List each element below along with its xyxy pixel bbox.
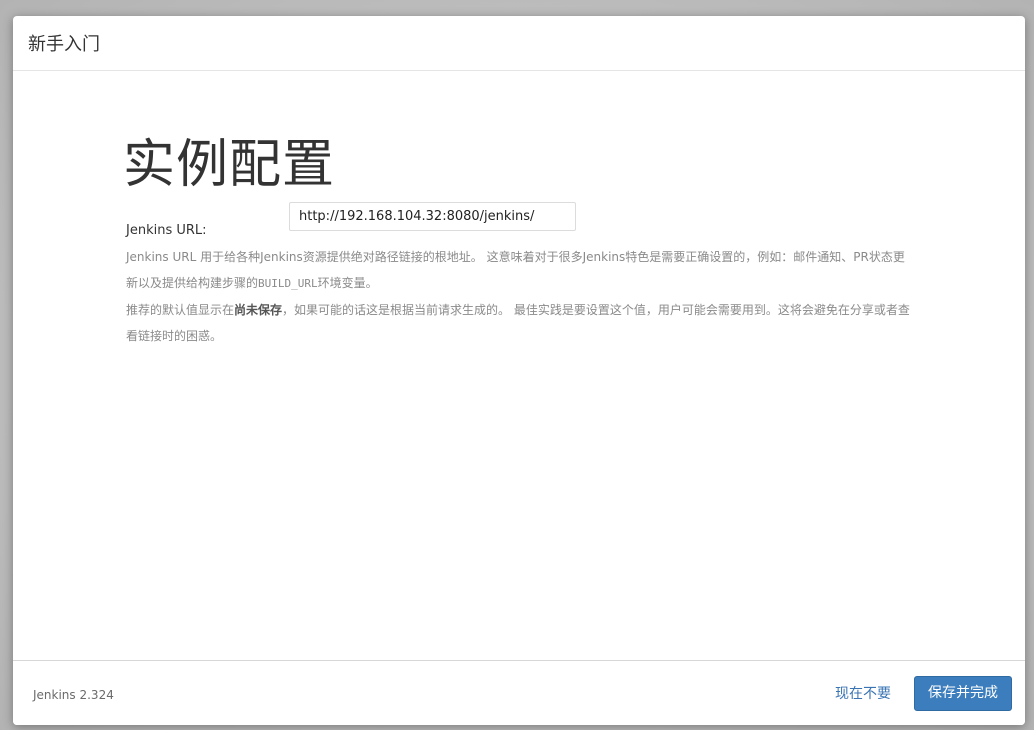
build-url-code: BUILD_URL [258, 277, 318, 290]
dialog-body: 实例配置 Jenkins URL: Jenkins URL 用于给各种Jenki… [13, 71, 1025, 660]
jenkins-url-label: Jenkins URL: [126, 223, 207, 238]
setup-wizard-dialog: 新手入门 实例配置 Jenkins URL: Jenkins URL 用于给各种… [13, 16, 1025, 725]
skip-button[interactable]: 现在不要 [825, 679, 901, 709]
help-paragraph-2: 推荐的默认值显示在尚未保存，如果可能的话这是根据当前请求生成的。 最佳实践是要设… [126, 297, 916, 349]
dialog-title: 新手入门 [28, 34, 100, 55]
dialog-header: 新手入门 [13, 16, 1025, 71]
help-text-2a: 推荐的默认值显示在 [126, 303, 235, 317]
jenkins-url-input[interactable] [289, 202, 576, 231]
help-text: Jenkins URL 用于给各种Jenkins资源提供绝对路径链接的根地址。 … [126, 244, 916, 349]
dialog-footer: Jenkins 2.324 现在不要 保存并完成 [13, 660, 1025, 725]
help-paragraph-1: Jenkins URL 用于给各种Jenkins资源提供绝对路径链接的根地址。 … [126, 244, 916, 297]
save-and-finish-button[interactable]: 保存并完成 [914, 676, 1012, 711]
not-saved-emphasis: 尚未保存 [234, 303, 283, 317]
help-text-1a: Jenkins URL 用于给各种Jenkins资源提供绝对路径链接的根地址。 … [126, 250, 905, 290]
help-text-1b: 环境变量。 [317, 276, 378, 290]
jenkins-version: Jenkins 2.324 [33, 688, 114, 702]
page-heading: 实例配置 [123, 135, 336, 195]
